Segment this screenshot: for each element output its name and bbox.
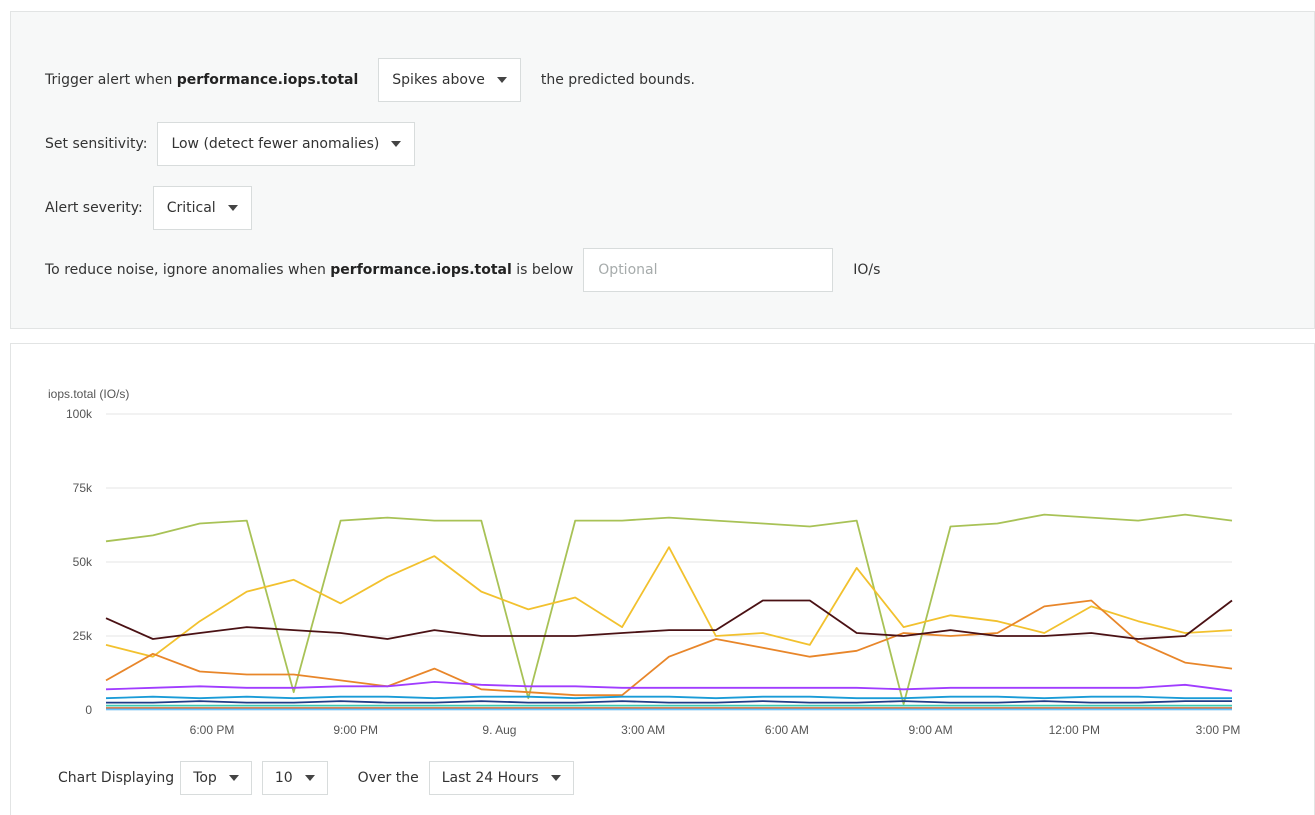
count-dropdown[interactable]: 10: [261, 761, 328, 795]
chevron-down-icon: [550, 775, 561, 781]
x-tick-label: 12:00 PM: [1049, 723, 1100, 737]
x-tick-label: 9:00 PM: [333, 723, 378, 737]
chart-controls: Chart Displaying Top 10 Over the Last 24…: [58, 761, 574, 795]
over-label: Over the: [357, 770, 419, 786]
noise-row: To reduce noise, ignore anomalies when p…: [45, 248, 880, 292]
sensitivity-value: Low (detect fewer anomalies): [171, 136, 380, 152]
x-tick-label: 6:00 PM: [190, 723, 235, 737]
severity-value: Critical: [166, 200, 216, 216]
severity-dropdown[interactable]: Critical: [152, 186, 252, 230]
sensitivity-label: Set sensitivity:: [45, 136, 148, 152]
noise-prefix: To reduce noise, ignore anomalies when: [45, 262, 326, 278]
range-dropdown[interactable]: Last 24 Hours: [428, 761, 574, 795]
trigger-suffix: the predicted bounds.: [540, 72, 695, 88]
threshold-input[interactable]: [583, 248, 834, 292]
severity-label: Alert severity:: [45, 200, 143, 216]
chevron-down-icon: [227, 205, 238, 211]
y-tick-label: 50k: [73, 555, 93, 569]
trigger-mode-value: Spikes above: [392, 72, 485, 88]
trigger-prefix: Trigger alert when: [45, 72, 173, 88]
sensitivity-dropdown[interactable]: Low (detect fewer anomalies): [157, 122, 416, 166]
top-value: Top: [193, 770, 217, 786]
chevron-down-icon: [228, 775, 239, 781]
trigger-metric: performance.iops.total: [176, 72, 359, 88]
sensitivity-row: Set sensitivity: Low (detect fewer anoma…: [45, 122, 416, 166]
chevron-down-icon: [496, 77, 507, 83]
y-tick-label: 75k: [73, 481, 93, 495]
noise-mid: is below: [516, 262, 574, 278]
noise-metric: performance.iops.total: [330, 262, 512, 278]
chevron-down-icon: [304, 775, 315, 781]
trigger-row: Trigger alert when performance.iops.tota…: [45, 58, 695, 102]
chevron-down-icon: [391, 141, 402, 147]
y-tick-label: 25k: [73, 629, 93, 643]
x-tick-label: 3:00 AM: [621, 723, 665, 737]
range-value: Last 24 Hours: [441, 770, 539, 786]
displaying-label: Chart Displaying: [58, 770, 175, 786]
y-axis-label: iops.total (IO/s): [48, 387, 129, 401]
y-tick-label: 100k: [66, 407, 93, 421]
x-tick-label: 9:00 AM: [909, 723, 953, 737]
x-tick-label: 6:00 AM: [765, 723, 809, 737]
x-tick-label: 9. Aug: [482, 723, 516, 737]
top-dropdown[interactable]: Top: [180, 761, 252, 795]
x-tick-label: 3:00 PM: [1196, 723, 1241, 737]
count-value: 10: [274, 770, 293, 786]
unit-label: IO/s: [853, 262, 881, 278]
trigger-mode-dropdown[interactable]: Spikes above: [378, 58, 521, 102]
severity-row: Alert severity: Critical: [45, 186, 252, 230]
iops-chart: iops.total (IO/s) 0 25k 50k 75k 100k 6:00 PM…: [48, 387, 1241, 737]
y-tick-label: 0: [85, 703, 92, 717]
